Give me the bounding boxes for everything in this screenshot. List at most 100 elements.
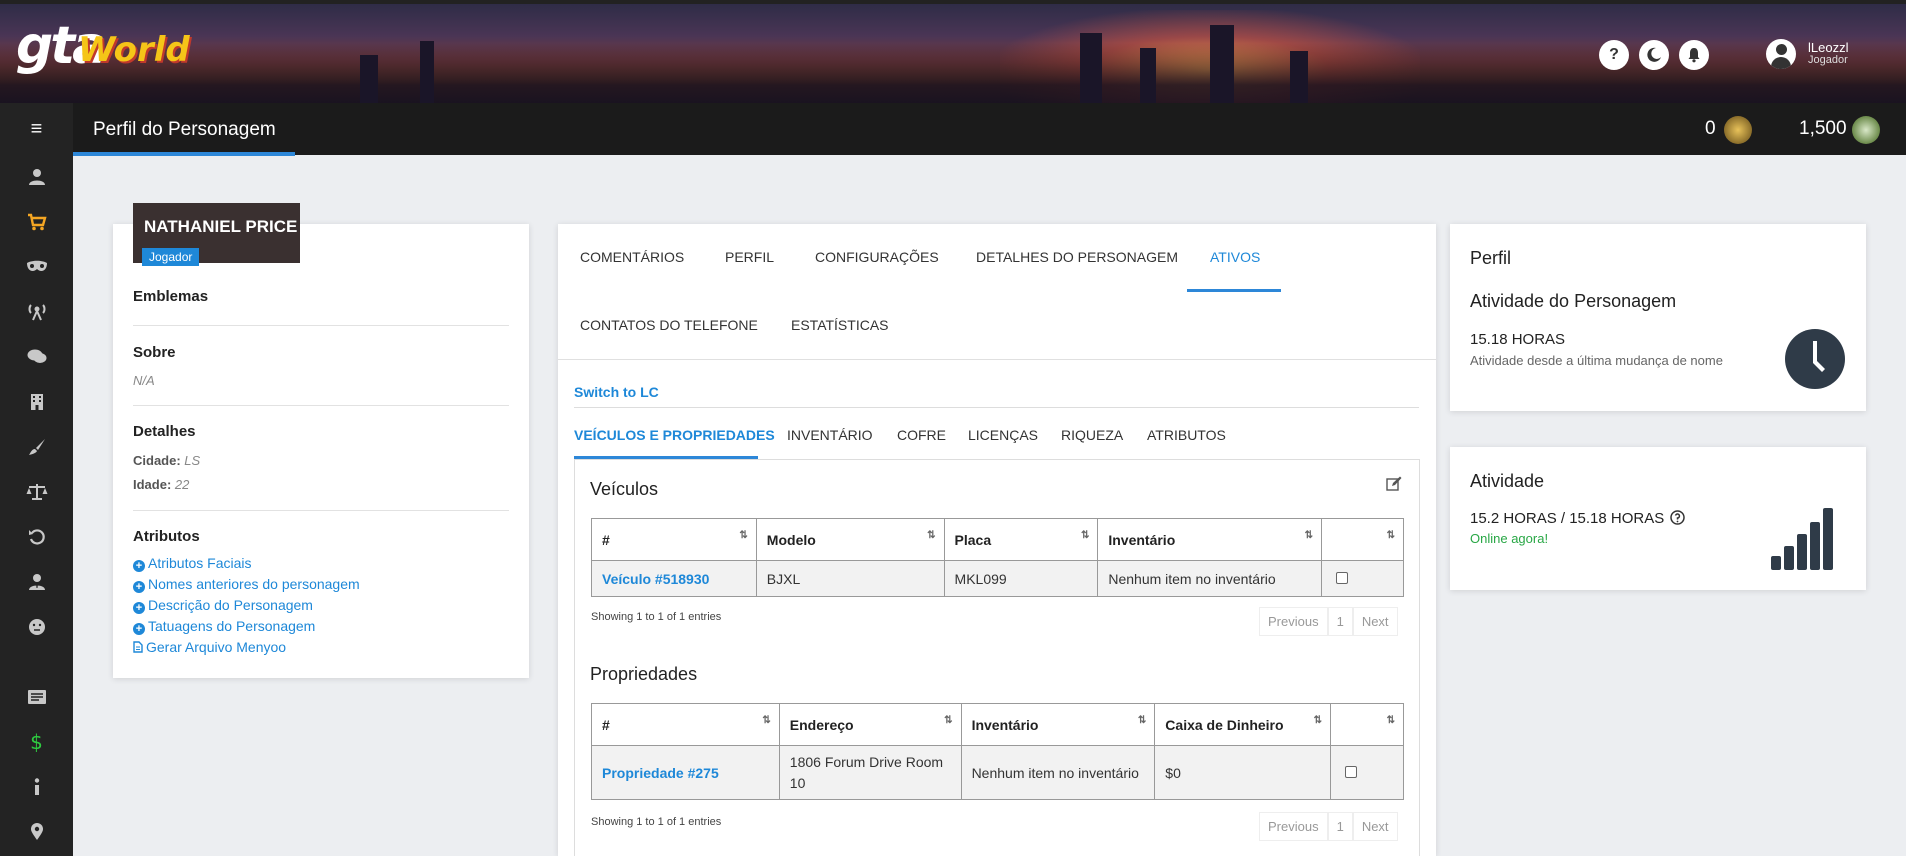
edit-icon[interactable] xyxy=(1386,476,1402,492)
col-cash-header[interactable]: Caixa de Dinheiro ⇅ xyxy=(1154,703,1332,746)
character-description-link[interactable]: + Descrição do Personagem xyxy=(133,597,313,614)
col-inventory-header[interactable]: Inventário ⇅ xyxy=(1097,518,1323,561)
sidebar-map-marker-icon[interactable] xyxy=(0,810,73,854)
generate-menyoo-file-link[interactable]: Gerar Arquivo Menyoo xyxy=(133,639,286,655)
properties-title: Propriedades xyxy=(590,664,698,684)
tab-assets[interactable]: ATIVOS xyxy=(1210,249,1260,265)
subtab-safe[interactable]: COFRE xyxy=(897,427,946,443)
col-select-header[interactable]: ⇅ xyxy=(1321,518,1404,561)
age-label: Idade: xyxy=(133,477,172,492)
col-model-header[interactable]: Modelo ⇅ xyxy=(755,518,945,561)
sidebar-building-icon[interactable] xyxy=(0,380,73,424)
sidebar-shopping-cart-icon[interactable] xyxy=(0,200,73,244)
activity-hours-text: 15.2 HORAS / 15.18 HORAS xyxy=(1470,510,1665,527)
tab-profile[interactable]: PERFIL xyxy=(725,249,774,265)
profile-card-title: Perfil xyxy=(1470,248,1512,268)
previous-button[interactable]: Previous xyxy=(1259,607,1328,636)
subtab-wealth[interactable]: RIQUEZA xyxy=(1061,427,1123,443)
property-select-cell xyxy=(1330,745,1404,800)
properties-pagination: Previous 1 Next xyxy=(1259,812,1398,841)
sidebar-user-tie-icon[interactable] xyxy=(0,560,73,604)
logo-world-text: World xyxy=(78,30,190,70)
sidebar-mask-icon[interactable] xyxy=(0,245,73,289)
next-button[interactable]: Next xyxy=(1352,812,1398,841)
previous-names-link[interactable]: + Nomes anteriores do personagem xyxy=(133,576,360,593)
property-link[interactable]: Propriedade #275 xyxy=(602,765,719,781)
sidebar-balance-scale-icon[interactable] xyxy=(0,470,73,514)
sidebar-face-icon[interactable] xyxy=(0,605,73,649)
tab-comments[interactable]: COMENTÁRIOS xyxy=(580,249,684,265)
character-tattoos-link[interactable]: + Tatuagens do Personagem xyxy=(133,618,315,635)
property-address-cell: 1806 Forum Drive Room 10 xyxy=(778,745,962,800)
property-id-cell[interactable]: Propriedade #275 xyxy=(591,745,780,800)
question-circle-icon[interactable] xyxy=(1670,510,1686,525)
vehicle-select-cell xyxy=(1321,560,1404,597)
subtab-attributes[interactable]: ATRIBUTOS xyxy=(1147,427,1226,443)
col-select-header[interactable]: ⇅ xyxy=(1330,703,1404,746)
tab-phone-contacts[interactable]: CONTATOS DO TELEFONE xyxy=(580,317,758,333)
city-row: Cidade: LS xyxy=(133,453,200,468)
subtab-vehicles-properties[interactable]: VEÍCULOS E PROPRIEDADES xyxy=(574,427,775,443)
col-inventory-header[interactable]: Inventário ⇅ xyxy=(960,703,1156,746)
col-id-header[interactable]: # ⇅ xyxy=(591,703,780,746)
facial-attributes-link[interactable]: + Atributos Faciais xyxy=(133,555,251,572)
subtab-licenses[interactable]: LICENÇAS xyxy=(968,427,1038,443)
tab-settings[interactable]: CONFIGURAÇÕES xyxy=(815,249,939,265)
row-checkbox[interactable] xyxy=(1345,765,1358,778)
character-activity-hours: 15.18 HORAS xyxy=(1470,331,1566,348)
age-row: Idade: 22 xyxy=(133,477,189,492)
user-role: Jogador xyxy=(1808,54,1848,66)
sidebar-comments-icon[interactable] xyxy=(0,335,73,379)
character-role-badge: Jogador xyxy=(142,248,200,266)
sort-icon: ⇅ xyxy=(1304,530,1314,541)
page-1-button[interactable]: 1 xyxy=(1327,812,1353,841)
divider xyxy=(133,325,509,326)
dark-mode-moon-icon[interactable] xyxy=(1639,40,1669,70)
bell-icon[interactable] xyxy=(1679,40,1709,70)
properties-table: # ⇅ Endereço ⇅ Inventário ⇅ Caixa de Dinhei… xyxy=(591,703,1404,800)
plus-circle-icon: + xyxy=(133,602,145,614)
gold-coin-icon xyxy=(1724,116,1752,144)
skyline-building xyxy=(1290,51,1308,103)
file-icon xyxy=(133,641,143,653)
sidebar-dollar-icon[interactable]: $ xyxy=(0,720,73,764)
page-1-button[interactable]: 1 xyxy=(1327,607,1353,636)
vehicle-link[interactable]: Veículo #518930 xyxy=(602,571,709,587)
property-cash-cell: $0 xyxy=(1154,745,1332,800)
sidebar-history-icon[interactable] xyxy=(0,515,73,559)
previous-button[interactable]: Previous xyxy=(1259,812,1328,841)
sidebar-broadcast-icon[interactable] xyxy=(0,290,73,334)
gta-world-logo[interactable]: gta World xyxy=(16,20,190,72)
clock-icon xyxy=(1785,329,1845,389)
vehicle-id-cell[interactable]: Veículo #518930 xyxy=(591,560,757,597)
sort-icon: ⇅ xyxy=(1386,530,1395,541)
row-checkbox[interactable] xyxy=(1336,571,1349,584)
next-button[interactable]: Next xyxy=(1352,607,1398,636)
col-plate-header[interactable]: Placa ⇅ xyxy=(943,518,1099,561)
subtab-inventory[interactable]: INVENTÁRIO xyxy=(787,427,873,443)
help-icon[interactable]: ? xyxy=(1599,40,1629,70)
sidebar-info-icon[interactable] xyxy=(0,765,73,809)
table-header-row: # ⇅ Endereço ⇅ Inventário ⇅ Caixa de Dinhei… xyxy=(591,703,1404,746)
city-value: LS xyxy=(184,453,201,468)
tab-character-details[interactable]: DETALHES DO PERSONAGEM xyxy=(976,249,1178,265)
top-bar: ≡ Perfil do Personagem 0 1,500 xyxy=(0,103,1906,155)
sidebar-news-icon[interactable] xyxy=(0,675,73,719)
table-row: Propriedade #275 1806 Forum Drive Room 10… xyxy=(591,745,1404,800)
col-address-header[interactable]: Endereço ⇅ xyxy=(778,703,962,746)
menu-toggle-icon[interactable]: ≡ xyxy=(0,103,73,155)
title-underline xyxy=(73,152,295,156)
sidebar-paint-brush-icon[interactable] xyxy=(0,425,73,469)
page-title: Perfil do Personagem xyxy=(93,119,276,140)
user-avatar[interactable] xyxy=(1766,39,1796,69)
vehicle-plate-cell: MKL099 xyxy=(943,560,1099,597)
tab-statistics[interactable]: ESTATÍSTICAS xyxy=(791,317,889,333)
sidebar-user-icon[interactable] xyxy=(0,155,73,199)
character-activity-since: Atividade desde a última mudança de nome xyxy=(1470,353,1723,368)
vehicle-model-cell: BJXL xyxy=(755,560,945,597)
col-id-header[interactable]: # ⇅ xyxy=(591,518,757,561)
signal-bars-icon xyxy=(1771,508,1845,570)
table-row: Veículo #518930 BJXL MKL099 Nenhum item … xyxy=(591,560,1404,597)
switch-to-lc-link[interactable]: Switch to LC xyxy=(574,384,659,400)
user-name[interactable]: lLeozzl xyxy=(1808,40,1848,55)
